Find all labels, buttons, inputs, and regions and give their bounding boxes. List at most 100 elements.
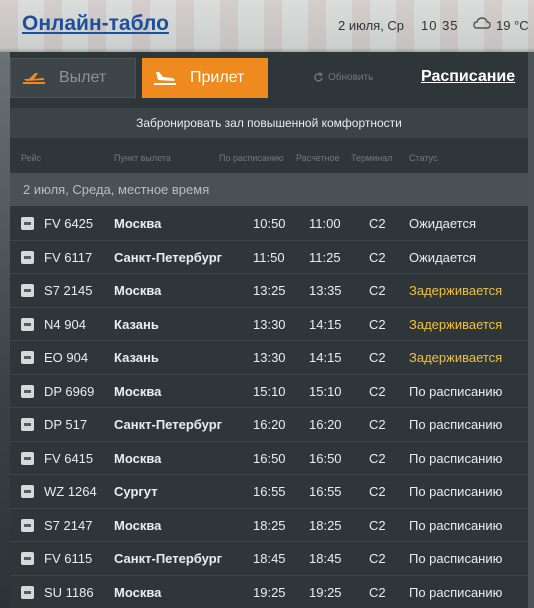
- refresh-button[interactable]: Обновить: [313, 72, 373, 83]
- airline-logo-icon: [21, 284, 34, 297]
- arrival-plane-icon: [154, 72, 176, 85]
- flight-number: FV 6115: [44, 551, 93, 566]
- schedule-link[interactable]: Расписание: [421, 68, 515, 86]
- flight-row[interactable]: FV 6425 Москва 10:50 11:00 C2 Ожидается: [10, 207, 528, 241]
- flight-number: N4 904: [44, 316, 86, 332]
- airline-logo-icon: [21, 217, 34, 230]
- origin-city: Москва: [114, 517, 162, 533]
- flight-row[interactable]: FV 6117 Санкт-Петербург 11:50 11:25 C2 О…: [10, 241, 528, 274]
- scheduled-time: 13:30: [253, 350, 286, 365]
- terminal: C2: [369, 316, 386, 332]
- refresh-label: Обновить: [328, 72, 374, 83]
- origin-city: Санкт-Петербург: [114, 417, 223, 432]
- flight-status: Ожидается: [409, 216, 477, 231]
- flight-status: Задерживается: [409, 316, 503, 332]
- terminal: C2: [369, 283, 386, 298]
- flight-number: SU 1186: [44, 584, 94, 600]
- terminal: C2: [369, 417, 386, 432]
- tab-departure[interactable]: Вылет: [10, 58, 136, 98]
- tab-arrival-label: Прилет: [190, 69, 245, 86]
- column-header-estimated: Расчетное: [296, 153, 340, 163]
- scheduled-time: 13:25: [253, 283, 286, 298]
- airline-logo-icon: [21, 485, 34, 498]
- flight-number: EO 904: [44, 350, 89, 365]
- scheduled-time: 11:50: [253, 249, 285, 265]
- terminal: C2: [369, 450, 386, 466]
- estimated-time: 14:15: [309, 316, 342, 332]
- flight-row[interactable]: DP 517 Санкт-Петербург 16:20 16:20 C2 По…: [10, 408, 528, 442]
- flight-number: WZ 1264: [44, 484, 97, 499]
- cloud-icon: [473, 17, 491, 29]
- flight-number: FV 6425: [44, 216, 94, 231]
- flight-status: По расписанию: [409, 383, 503, 399]
- flight-row[interactable]: EO 904 Казань 13:30 14:15 C2 Задерживает…: [10, 341, 528, 375]
- scheduled-time: 16:20: [253, 417, 286, 432]
- estimated-time: 19:25: [309, 584, 342, 600]
- airline-logo-icon: [21, 250, 34, 264]
- airline-logo-icon: [21, 451, 34, 465]
- flight-status: По расписанию: [409, 551, 503, 566]
- origin-city: Сургут: [114, 484, 158, 499]
- airline-logo-icon: [21, 317, 34, 331]
- right-edge: [528, 52, 534, 608]
- scheduled-time: 13:30: [253, 316, 286, 332]
- current-date: 2 июля, Ср: [338, 18, 405, 33]
- departure-plane-icon: [23, 73, 45, 84]
- flight-status: Задерживается: [409, 283, 503, 298]
- origin-city: Москва: [114, 584, 162, 600]
- current-time: 10 35: [421, 18, 459, 33]
- tab-departure-label: Вылет: [59, 69, 107, 86]
- airline-logo-icon: [21, 384, 34, 398]
- left-edge: [0, 52, 10, 608]
- date-row: 2 июля, Среда, местное время: [10, 173, 528, 206]
- airline-logo-icon: [21, 518, 34, 532]
- estimated-time: 16:55: [309, 484, 342, 499]
- flight-status: По расписанию: [409, 517, 503, 533]
- flight-board: Вылет Прилет Обновить Расписание Заброни…: [10, 52, 528, 608]
- origin-city: Москва: [114, 450, 162, 466]
- origin-city: Санкт-Петербург: [114, 249, 223, 265]
- flight-number: DP 517: [44, 417, 88, 432]
- flight-number: FV 6415: [44, 450, 94, 466]
- flight-row[interactable]: S7 2147 Москва 18:25 18:25 C2 По расписа…: [10, 509, 528, 542]
- origin-city: Москва: [114, 283, 162, 298]
- estimated-time: 13:35: [309, 283, 342, 298]
- estimated-time: 18:45: [309, 551, 342, 566]
- flight-status: По расписанию: [409, 584, 503, 600]
- origin-city: Казань: [114, 316, 159, 332]
- estimated-time: 11:00: [309, 216, 341, 231]
- flight-row[interactable]: S7 2145 Москва 13:25 13:35 C2 Задерживае…: [10, 274, 528, 308]
- flight-row[interactable]: FV 6115 Санкт-Петербург 18:45 18:45 C2 П…: [10, 542, 528, 576]
- flight-list: FV 6425 Москва 10:50 11:00 C2 Ожидается …: [10, 207, 528, 608]
- estimated-time: 18:25: [309, 517, 342, 533]
- flight-row[interactable]: FV 6415 Москва 16:50 16:50 C2 По расписа…: [10, 442, 528, 475]
- scheduled-time: 15:10: [253, 383, 286, 399]
- header: Онлайн-табло 2 июля, Ср 10 35 19 °C: [0, 0, 534, 52]
- column-header-status: Статус: [409, 153, 438, 163]
- page-title[interactable]: Онлайн-табло: [22, 12, 169, 36]
- temperature: 19 °C: [496, 18, 529, 33]
- terminal: C2: [369, 383, 386, 399]
- flight-status: Задерживается: [409, 350, 503, 365]
- scheduled-time: 10:50: [253, 216, 286, 231]
- column-header-terminal: Терминал: [351, 153, 393, 163]
- flight-row[interactable]: SU 1186 Москва 19:25 19:25 C2 По расписа…: [10, 576, 528, 608]
- terminal: C2: [369, 551, 386, 566]
- terminal: C2: [369, 484, 386, 499]
- origin-city: Москва: [114, 216, 162, 231]
- flight-number: S7 2145: [44, 283, 93, 298]
- scheduled-time: 18:45: [253, 551, 286, 566]
- book-lounge-banner[interactable]: Забронировать зал повышенной комфортност…: [10, 108, 528, 138]
- tab-arrival[interactable]: Прилет: [142, 58, 268, 98]
- scheduled-time: 19:25: [253, 584, 286, 600]
- flight-row[interactable]: DP 6969 Москва 15:10 15:10 C2 По расписа…: [10, 375, 528, 408]
- estimated-time: 15:10: [309, 383, 342, 399]
- airline-logo-icon: [21, 552, 34, 565]
- airline-logo-icon: [21, 418, 34, 431]
- terminal: C2: [369, 584, 386, 600]
- flight-row[interactable]: WZ 1264 Сургут 16:55 16:55 C2 По расписа…: [10, 475, 528, 509]
- scheduled-time: 16:55: [253, 484, 286, 499]
- flight-row[interactable]: N4 904 Казань 13:30 14:15 C2 Задерживает…: [10, 308, 528, 341]
- estimated-time: 16:50: [309, 450, 342, 466]
- terminal: C2: [369, 517, 386, 533]
